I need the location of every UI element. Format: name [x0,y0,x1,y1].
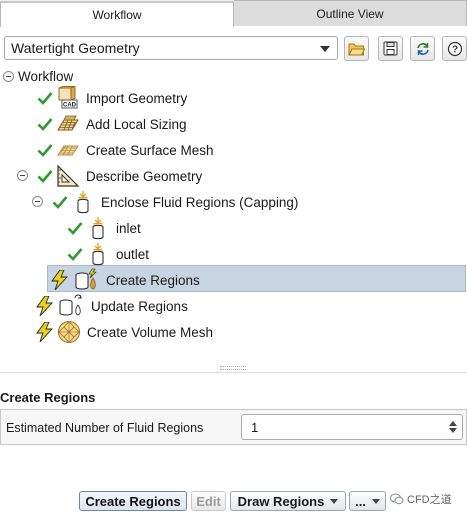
task-label: Enclose Fluid Regions (Capping) [101,194,299,210]
help-icon: ? [447,41,462,56]
panel-splitter-handle[interactable] [220,366,246,370]
workflow-toolbar: Watertight Geometry ? [0,34,467,64]
task-label: Create Regions [106,272,200,288]
chevron-down-icon [330,498,339,504]
update-regions-icon [57,294,85,318]
panel-title: Create Regions [0,390,96,405]
collapse-enclose-fluid-regions-toggle[interactable] [32,196,43,207]
task-enclose-fluid-regions[interactable]: Enclose Fluid Regions (Capping) [51,190,298,214]
lightning-icon [51,270,69,290]
describe-geometry-icon [56,164,80,188]
task-label: Create Surface Mesh [86,142,214,158]
check-icon [36,115,54,133]
divider [0,372,467,373]
watermark: CFD之道 [390,491,452,507]
workflow-type-select[interactable]: Watertight Geometry [4,36,338,60]
volume-mesh-icon [57,320,81,344]
open-folder-icon [348,43,365,56]
tab-workflow[interactable]: Workflow [0,1,234,27]
local-sizing-icon [56,112,80,136]
edit-button[interactable]: Edit [191,491,226,511]
chevron-down-icon [320,46,330,52]
workflow-tree: Workflow CAD Import Geometry Add Local S… [0,64,467,364]
task-label: outlet [116,246,150,262]
chevron-down-icon [371,498,380,504]
task-create-surface-mesh[interactable]: Create Surface Mesh [36,138,214,162]
task-inlet[interactable]: inlet [66,216,141,240]
collapse-describe-geometry-toggle[interactable] [17,170,28,181]
save-icon [383,41,398,56]
task-label: inlet [116,220,141,236]
refresh-icon [416,42,429,55]
task-create-volume-mesh[interactable]: Create Volume Mesh [36,320,213,344]
task-label: Import Geometry [86,90,188,106]
open-workflow-button[interactable] [344,36,369,61]
check-icon [36,167,54,185]
tree-root-workflow[interactable]: Workflow [18,64,73,88]
task-import-geometry[interactable]: CAD Import Geometry [36,86,187,110]
check-icon [36,141,54,159]
create-regions-button[interactable]: Create Regions [79,491,187,511]
svg-text:?: ? [451,44,457,55]
check-icon [36,89,54,107]
task-label: Describe Geometry [86,168,203,184]
task-update-regions[interactable]: Update Regions [36,294,188,318]
task-label: Update Regions [91,298,188,314]
surface-mesh-icon [56,138,80,162]
help-button[interactable]: ? [442,36,467,61]
refresh-workflow-button[interactable] [410,36,435,61]
task-create-regions[interactable]: Create Regions [51,268,200,292]
tab-bar: Workflow Outline View [0,0,467,27]
fluid-regions-label: Estimated Number of Fluid Regions [6,421,204,435]
collapse-workflow-toggle[interactable] [3,71,14,82]
capping-icon [71,190,95,214]
workflow-type-value: Watertight Geometry [11,40,140,56]
check-icon [66,219,84,237]
tab-outline-view[interactable]: Outline View [234,0,467,26]
check-icon [51,193,69,211]
task-add-local-sizing[interactable]: Add Local Sizing [36,112,187,136]
more-options-label: ... [355,493,366,509]
watermark-text: CFD之道 [407,494,452,506]
fluid-regions-value: 1 [251,419,259,435]
task-label: Add Local Sizing [86,116,187,132]
properties-row: Estimated Number of Fluid Regions 1 [0,409,467,445]
more-options-button[interactable]: ... [349,491,386,511]
decrement-icon[interactable] [449,428,457,433]
lightning-icon [36,322,54,342]
increment-icon[interactable] [449,421,457,426]
draw-regions-label: Draw Regions [237,493,325,509]
tree-root-label: Workflow [18,68,74,84]
cad-import-icon: CAD [56,86,80,110]
create-regions-icon [72,268,100,292]
lightning-icon [36,296,54,316]
task-outlet[interactable]: outlet [66,242,149,266]
task-label: Create Volume Mesh [87,324,214,340]
draw-regions-button[interactable]: Draw Regions [230,491,346,511]
fluid-regions-stepper[interactable]: 1 [241,414,463,440]
capping-icon [86,242,110,266]
capping-icon [86,216,110,240]
check-icon [66,245,84,263]
svg-text:CAD: CAD [63,103,77,109]
save-workflow-button[interactable] [378,36,403,61]
task-describe-geometry[interactable]: Describe Geometry [36,164,202,188]
wechat-logo-icon [390,493,404,505]
